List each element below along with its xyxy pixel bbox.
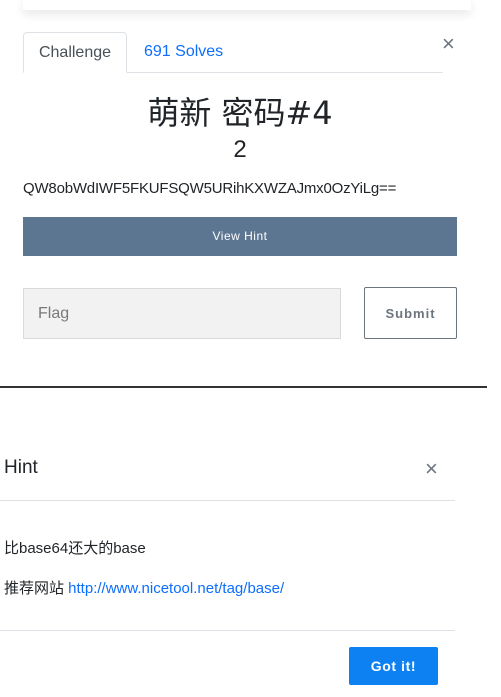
challenge-points: 2: [233, 136, 247, 163]
tab-solves[interactable]: 691 Solves: [144, 32, 223, 73]
hint-link[interactable]: http://www.nicetool.net/tag/base/: [68, 580, 284, 597]
view-hint-button[interactable]: View Hint: [23, 217, 457, 256]
hint-header-divider: [0, 500, 455, 501]
challenge-description: QW8obWdIWF5FKUFSQW5URihKXWZAJmx0OzYiLg==: [23, 180, 397, 197]
hint-text: 比base64还大的base: [4, 540, 146, 557]
close-icon[interactable]: ×: [442, 33, 455, 55]
challenge-title: 萌新 密码#4: [147, 94, 333, 132]
tab-challenge[interactable]: Challenge: [23, 32, 127, 73]
modal-backdrop-edge: [23, 0, 471, 10]
hint-title: Hint: [4, 457, 38, 478]
hint-footer-divider: [0, 630, 455, 631]
flag-input[interactable]: [23, 288, 341, 339]
got-it-button[interactable]: Got it!: [349, 647, 438, 685]
challenge-tabs: Challenge 691 Solves: [23, 32, 443, 73]
hint-recommend-label: 推荐网站: [4, 580, 69, 597]
hint-recommend: 推荐网站 http://www.nicetool.net/tag/base/: [4, 577, 284, 598]
submit-button[interactable]: Submit: [364, 287, 457, 339]
close-icon[interactable]: ×: [425, 458, 438, 480]
modal-divider: [0, 386, 487, 388]
